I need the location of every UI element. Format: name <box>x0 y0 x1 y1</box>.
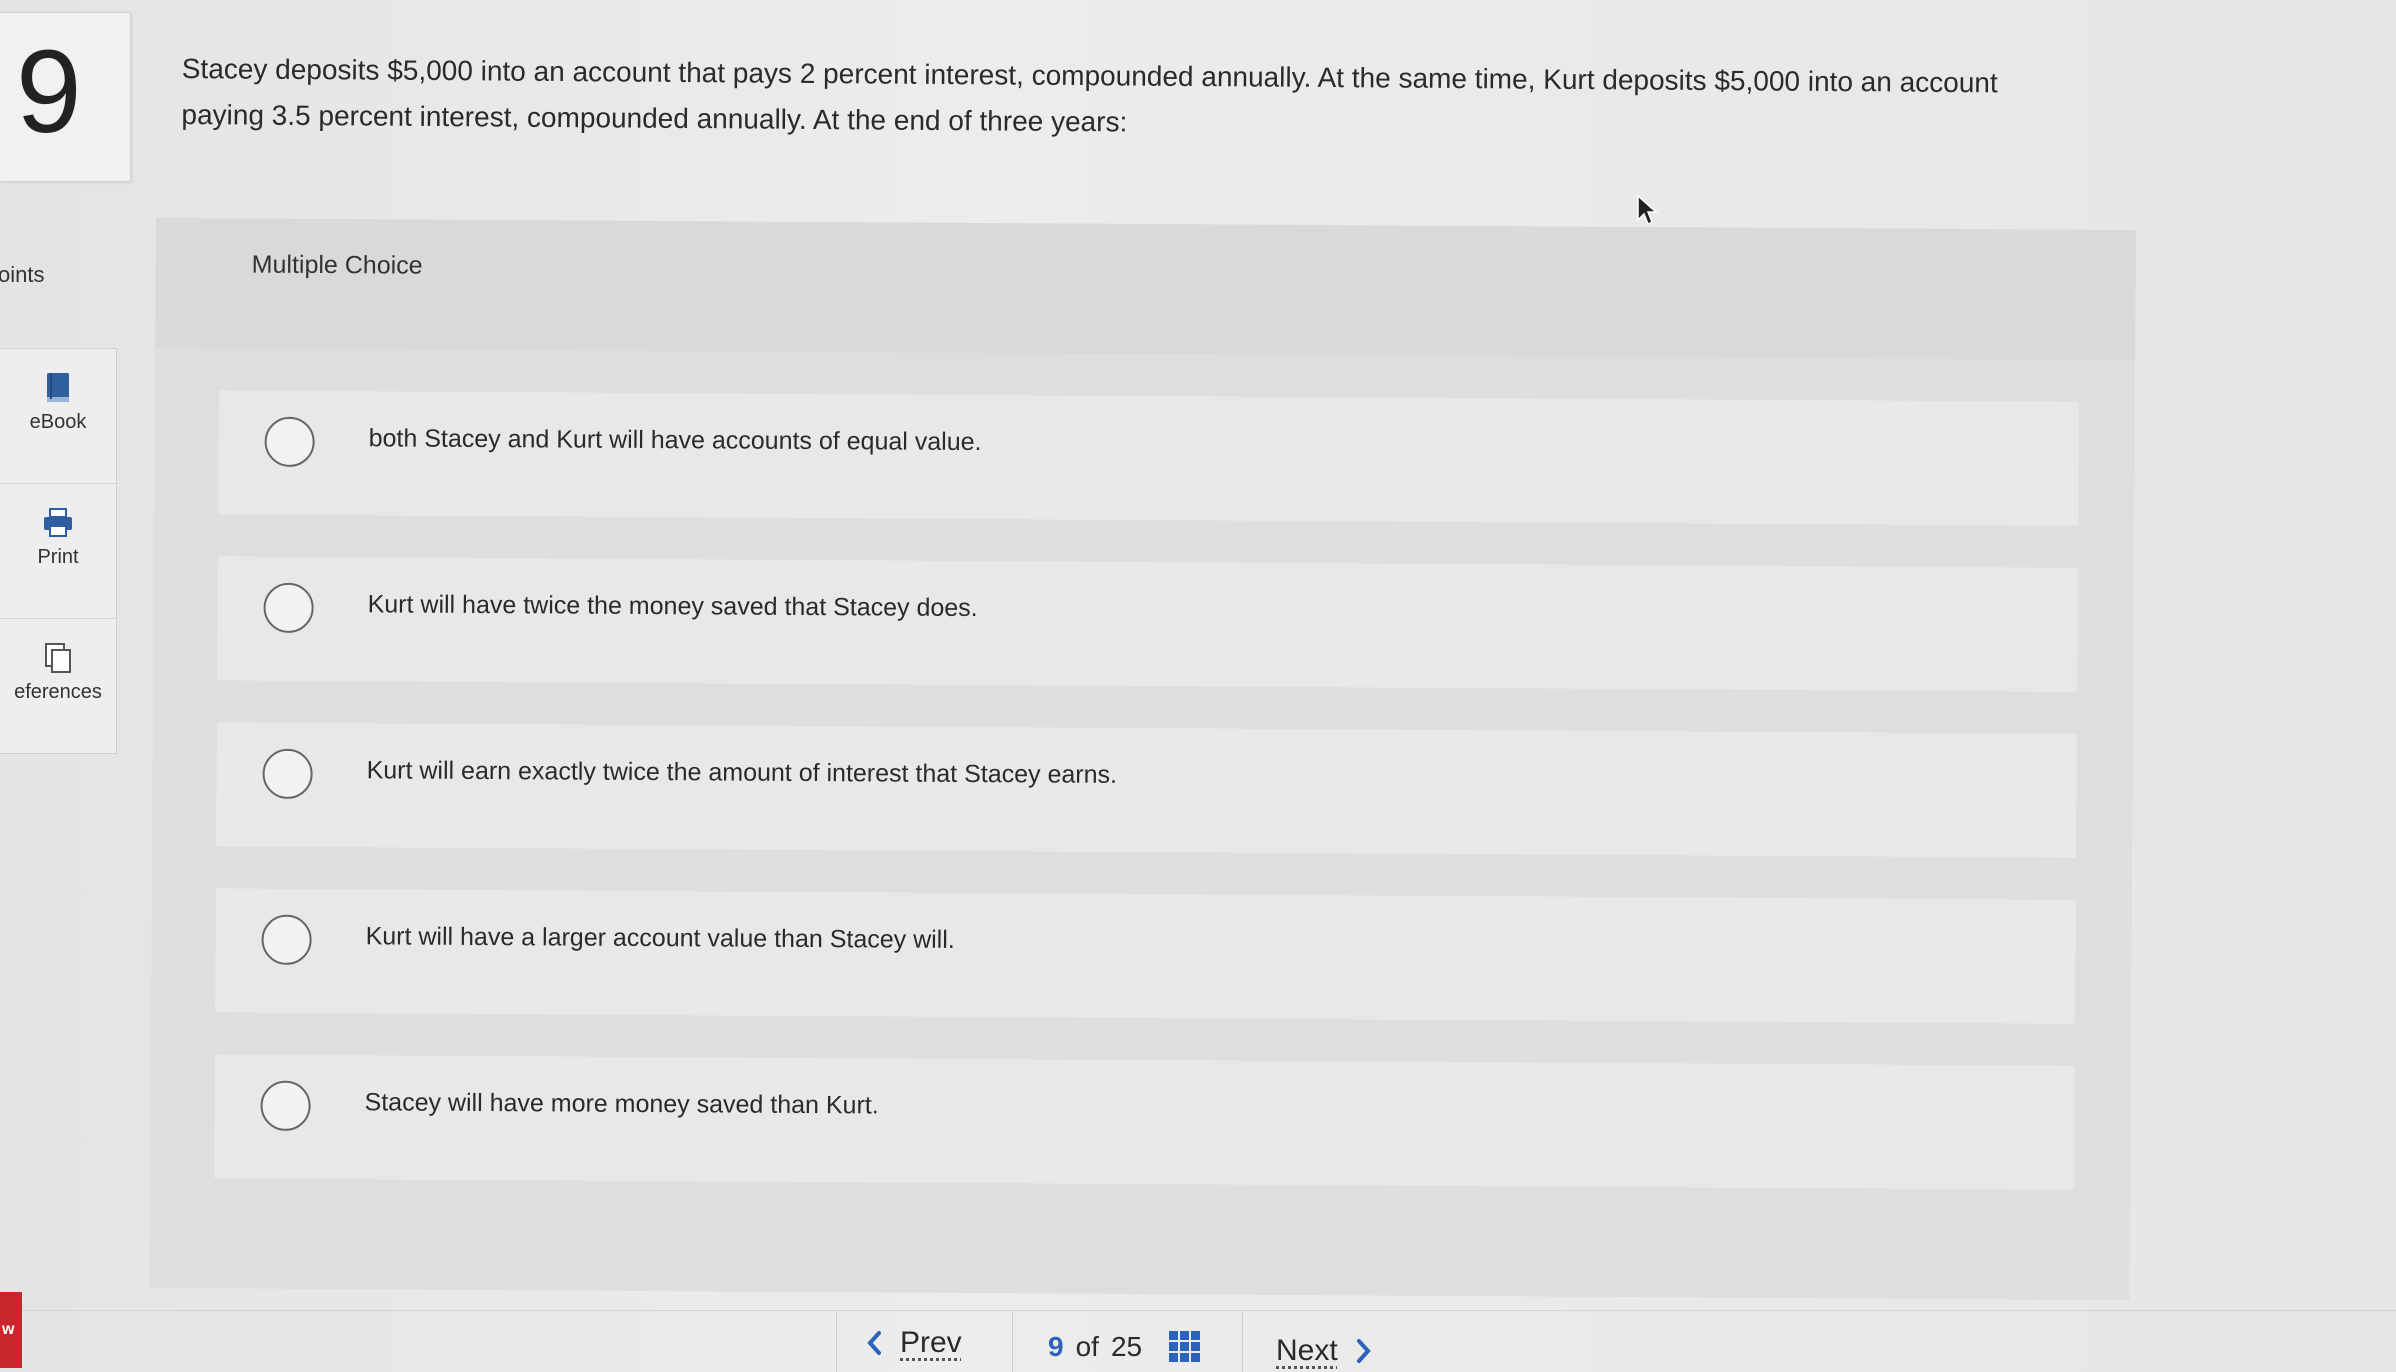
chevron-left-icon <box>867 1331 881 1355</box>
answer-option[interactable]: Stacey will have more money saved than K… <box>214 1054 2075 1190</box>
question-pager: Prev 9 of 25 Next <box>836 1310 1376 1372</box>
radio-button[interactable] <box>264 416 315 467</box>
current-question: 9 <box>1048 1331 1064 1362</box>
references-icon <box>45 643 71 673</box>
tools-sidebar: eBook Print eferences <box>0 348 117 754</box>
ebook-label: eBook <box>29 411 87 433</box>
answer-option-text: both Stacey and Kurt will have accounts … <box>368 424 982 457</box>
radio-button[interactable] <box>262 748 313 799</box>
chevron-right-icon <box>1356 1339 1371 1363</box>
multiple-choice-header: Multiple Choice <box>155 218 2136 361</box>
radio-button[interactable] <box>261 914 312 965</box>
prev-label: Prev <box>900 1326 962 1359</box>
radio-button[interactable] <box>260 1080 311 1131</box>
of-label: of <box>1075 1331 1099 1362</box>
answer-option-text: Kurt will earn exactly twice the amount … <box>366 756 1118 789</box>
answer-option-text: Stacey will have more money saved than K… <box>364 1088 879 1120</box>
radio-button[interactable] <box>263 582 314 633</box>
question-number: 9 <box>16 26 82 158</box>
ebook-button[interactable]: eBook <box>0 371 116 484</box>
pager-divider <box>1242 1310 1243 1372</box>
brand-logo: w <box>0 1292 22 1368</box>
mouse-cursor-icon <box>1637 194 1658 226</box>
pager-divider <box>1012 1310 1013 1372</box>
question-text: Stacey deposits $5,000 into an account t… <box>181 52 1998 138</box>
print-label: Print <box>37 546 79 568</box>
answer-option-text: Kurt will have twice the money saved tha… <box>367 590 978 623</box>
answer-option-text: Kurt will have a larger account value th… <box>365 922 955 954</box>
points-label: oints <box>0 262 45 287</box>
multiple-choice-panel: Multiple Choice both Stacey and Kurt wil… <box>149 218 2136 1301</box>
total-questions: 25 <box>1110 1331 1143 1362</box>
answer-option[interactable]: Kurt will have a larger account value th… <box>215 888 2076 1024</box>
book-icon <box>47 373 69 402</box>
answer-option[interactable]: both Stacey and Kurt will have accounts … <box>218 390 2079 526</box>
references-label: eferences <box>14 681 102 703</box>
references-button[interactable]: eferences <box>0 641 116 753</box>
assignment-page: 9 oints eBook Print eferences Stacey dep… <box>0 0 2396 1372</box>
pager-divider <box>836 1310 837 1372</box>
question-number-box: 9 <box>0 12 131 182</box>
next-button[interactable]: Next <box>1276 1334 1372 1368</box>
next-label: Next <box>1276 1334 1338 1367</box>
page-indicator: 9 of 25 <box>1048 1330 1202 1364</box>
print-button[interactable]: Print <box>0 506 116 619</box>
answer-option[interactable]: Kurt will earn exactly twice the amount … <box>216 722 2077 858</box>
printer-icon <box>44 508 72 537</box>
prev-button[interactable]: Prev <box>866 1326 962 1360</box>
answer-option[interactable]: Kurt will have twice the money saved tha… <box>217 556 2078 692</box>
multiple-choice-label: Multiple Choice <box>251 250 423 280</box>
question-grid-icon[interactable] <box>1168 1330 1202 1364</box>
